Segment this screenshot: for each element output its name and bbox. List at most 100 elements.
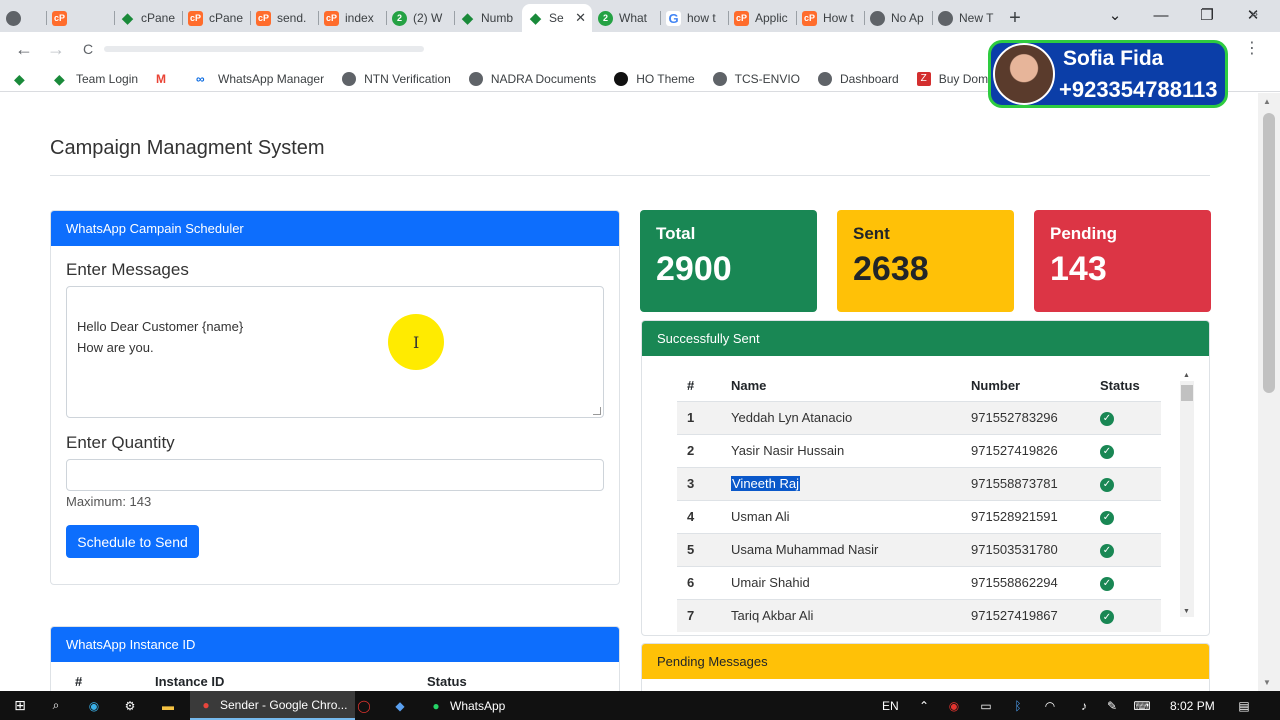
browser-tab[interactable]: ◆ cPane <box>114 4 182 32</box>
table-row[interactable]: 2 Yasir Nasir Hussain 971527419826 ✓ <box>677 433 1161 467</box>
bookmark-item[interactable]: Z Buy Domai <box>916 71 997 86</box>
browser-tab[interactable]: 2 (2) W <box>386 4 454 32</box>
speaker-icon[interactable]: ♪ <box>1076 691 1092 720</box>
total-stat-card: Total 2900 <box>640 210 817 312</box>
clock[interactable]: 8:02 PM <box>1170 691 1215 720</box>
notifications-icon[interactable]: ▤ <box>1236 691 1252 720</box>
presenter-phone: +923354788113 <box>1059 77 1218 102</box>
row-index-text: 3 <box>687 476 695 491</box>
table-row[interactable]: 3 Vineeth Raj 971558873781 ✓ <box>677 466 1161 500</box>
browser-tab[interactable]: cP send. <box>250 4 318 32</box>
bookmarks-overflow-button[interactable]: » <box>1250 5 1258 21</box>
bookmark-item[interactable]: NTN Verification <box>342 71 451 86</box>
browser-tab[interactable]: New T <box>932 4 1000 32</box>
row-name-text[interactable]: Yeddah Lyn Atanacio <box>731 410 852 425</box>
row-name-text[interactable]: Usman Ali <box>731 509 790 524</box>
tab-search-icon[interactable]: ⌄ <box>1092 0 1138 30</box>
quantity-label: Enter Quantity <box>66 433 175 452</box>
page-scroll-down-icon[interactable]: ▼ <box>1263 678 1271 687</box>
record-icon[interactable]: ◉ <box>946 691 962 720</box>
browser-tab[interactable]: cP Applic <box>728 4 796 32</box>
keyboard-icon[interactable]: ⌨ <box>1133 691 1150 720</box>
edge-icon[interactable]: ◉ <box>86 691 102 720</box>
browser-tab[interactable]: cP How t <box>796 4 864 32</box>
browser-tab[interactable]: No Ap <box>864 4 932 32</box>
page-scroll-up-icon[interactable]: ▲ <box>1263 97 1271 106</box>
battery-icon[interactable]: ▭ <box>978 691 994 720</box>
file-explorer-icon[interactable]: ▬ <box>160 691 176 720</box>
page-scrollbar[interactable]: ▲ ▼ <box>1258 93 1280 691</box>
browser-menu-icon[interactable]: ⋮ <box>1244 38 1260 58</box>
bookmark-item[interactable]: ◆ <box>14 72 36 86</box>
app-icon[interactable]: ◆ <box>392 691 408 720</box>
row-name-text[interactable]: Umair Shahid <box>731 575 810 590</box>
tray-expand-icon[interactable]: ⌃ <box>916 691 932 720</box>
row-name-text[interactable]: Tariq Akbar Ali <box>731 608 813 623</box>
bluetooth-icon[interactable]: ᛒ <box>1010 691 1026 720</box>
bookmark-item[interactable]: Dashboard <box>818 71 899 86</box>
wifi-icon[interactable]: ◠ <box>1042 691 1058 720</box>
row-number: 971527419826 <box>961 433 1090 467</box>
table-row[interactable]: 4 Usman Ali 971528921591 ✓ <box>677 499 1161 533</box>
resize-handle[interactable] <box>593 407 601 415</box>
browser-tab[interactable] <box>0 4 46 32</box>
browser-tab[interactable]: cP <box>46 4 114 32</box>
check-circle-icon: ✓ <box>1100 576 1114 591</box>
opera-icon[interactable]: ◯ <box>356 691 372 720</box>
page-scroll-thumb[interactable] <box>1263 113 1275 393</box>
restore-button[interactable]: ❐ <box>1184 0 1230 30</box>
forward-button[interactable]: → <box>40 39 72 60</box>
browser-tab[interactable]: ◆ Se ✕ <box>522 4 592 32</box>
bookmark-icon: ∞ <box>196 71 205 86</box>
taskbar-app-whatsapp[interactable]: ● WhatsApp <box>420 691 513 720</box>
tab-close-icon[interactable]: ✕ <box>575 10 586 26</box>
tab-label: How t <box>823 11 854 25</box>
language-indicator[interactable]: EN <box>882 691 899 720</box>
table-scroll-thumb[interactable] <box>1181 385 1193 401</box>
browser-tab[interactable]: Ghow t <box>660 4 728 32</box>
browser-tab[interactable]: cP cPane <box>182 4 250 32</box>
message-textarea[interactable]: Hello Dear Customer {name} How are you. <box>66 286 604 418</box>
col-number: Number <box>971 377 1021 393</box>
text-cursor-icon: I <box>413 333 420 352</box>
scroll-up-arrow-icon[interactable]: ▲ <box>1183 372 1190 379</box>
col-status: Status <box>1100 377 1140 393</box>
table-scrollbar[interactable]: ▲ ▼ <box>1180 372 1194 617</box>
search-icon[interactable]: ⌕ <box>48 691 64 720</box>
browser-tab[interactable]: ◆ Numb <box>454 4 522 32</box>
taskbar-app-chrome[interactable]: ● Sender - Google Chro... <box>190 691 356 720</box>
browser-tab[interactable]: cP index <box>318 4 386 32</box>
bookmark-item[interactable]: TCS-ENVIO <box>712 71 800 86</box>
bookmark-item[interactable]: ∞ WhatsApp Manager <box>196 72 324 86</box>
page-content: Campaign Managment System WhatsApp Campa… <box>0 93 1258 691</box>
pending-stat-card: Pending 143 <box>1034 210 1211 312</box>
schedule-button[interactable]: Schedule to Send <box>66 525 199 558</box>
row-name-text[interactable]: Usama Muhammad Nasir <box>731 542 878 557</box>
new-tab-button[interactable]: + <box>1000 4 1030 32</box>
table-row[interactable]: 6 Umair Shahid 971558862294 ✓ <box>677 565 1161 599</box>
bookmark-item[interactable]: HO Theme <box>614 71 695 86</box>
row-name-text[interactable]: Vineeth Raj <box>731 476 800 491</box>
address-bar[interactable] <box>82 37 982 61</box>
settings-icon[interactable]: ⚙ <box>122 691 138 720</box>
bookmark-item[interactable]: ◆ Team Login <box>54 72 138 86</box>
scroll-down-arrow-icon[interactable]: ▼ <box>1183 608 1190 615</box>
bookmark-item[interactable]: NADRA Documents <box>468 71 596 86</box>
pen-icon[interactable]: ✎ <box>1104 691 1120 720</box>
messages-label: Enter Messages <box>66 260 189 279</box>
minimize-button[interactable]: — <box>1138 0 1184 30</box>
row-index-text: 5 <box>687 542 695 557</box>
total-label: Total <box>656 224 696 243</box>
windows-start-icon[interactable]: ⊞ <box>12 691 28 720</box>
table-row[interactable]: 5 Usama Muhammad Nasir 971503531780 ✓ <box>677 532 1161 566</box>
table-row[interactable]: 7 Tariq Akbar Ali 971527419867 ✓ <box>677 598 1161 632</box>
bookmark-item[interactable]: M <box>156 72 178 86</box>
quantity-input[interactable] <box>66 459 604 491</box>
table-row[interactable]: 1 Yeddah Lyn Atanacio 971552783296 ✓ <box>677 400 1161 434</box>
tab-label: Applic <box>755 11 788 25</box>
browser-tab[interactable]: 2 What <box>592 4 660 32</box>
tab-favicon-icon: 2 <box>598 10 613 26</box>
check-circle-icon: ✓ <box>1100 444 1114 459</box>
back-button[interactable]: ← <box>8 39 40 60</box>
row-name-text[interactable]: Yasir Nasir Hussain <box>731 443 844 458</box>
